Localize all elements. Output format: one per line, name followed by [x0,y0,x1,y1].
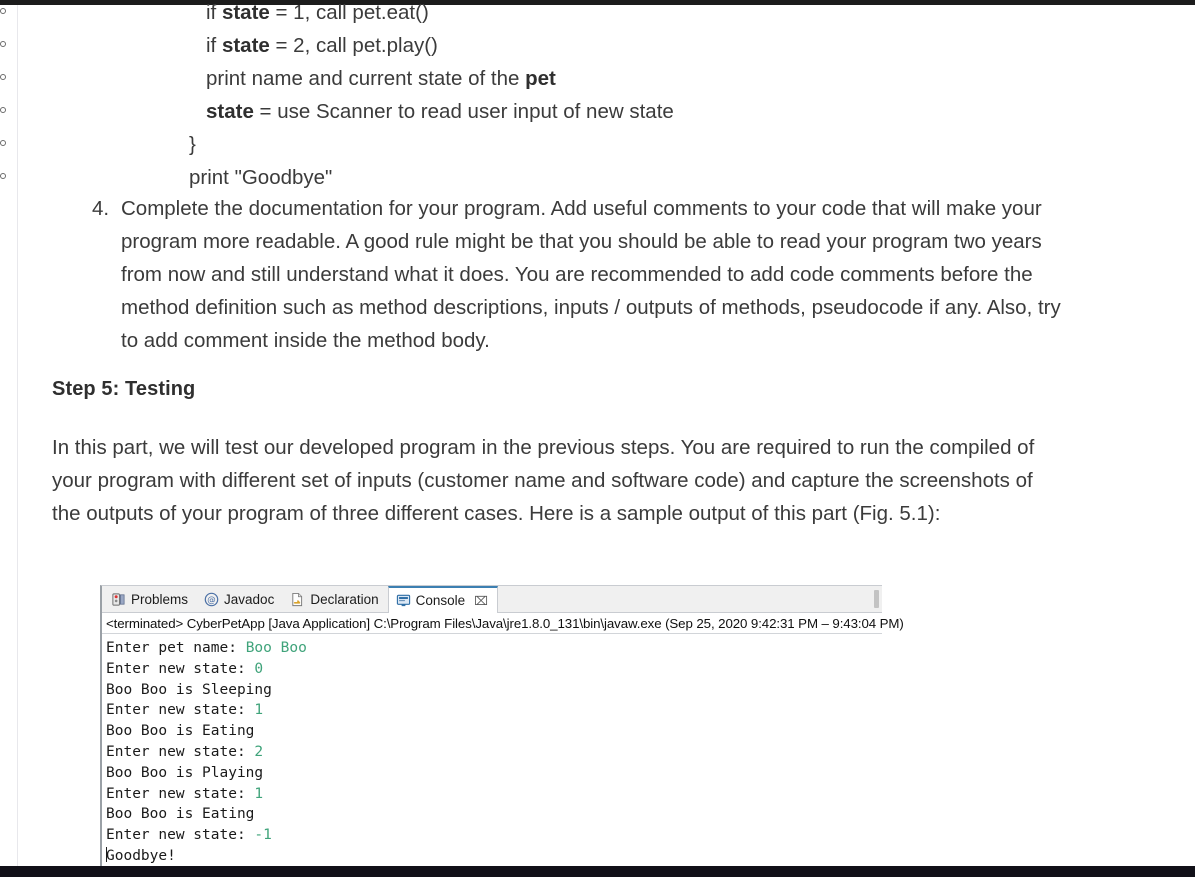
bullet-marker-icon [0,8,6,14]
bullet-text: state = use Scanner to read user input o… [206,100,674,123]
console-output-area[interactable]: Enter pet name: Boo Boo Enter new state: … [102,634,882,865]
bullet-text: print "Goodbye" [189,166,333,189]
svg-text:@: @ [207,594,215,604]
pseudocode-bullet: } [0,128,1100,161]
console-line: Enter new state: 1 [106,700,882,721]
eclipse-tab-declaration[interactable]: Declaration [283,586,387,612]
console-line-input: 0 [254,660,264,677]
console-line: Enter new state: 0 [106,659,882,680]
console-line: Boo Boo is Eating [106,721,882,742]
list-item-text: Complete the documentation for your prog… [121,197,1061,352]
console-line-output: Enter new state: [106,785,255,802]
pseudocode-bullet: if state = 1, call pet.eat() [0,0,1100,29]
bullet-marker-icon [0,41,6,47]
console-line-output: Goodbye! [106,847,176,864]
console-line-input: Boo Boo [245,640,307,656]
console-line: Boo Boo is Eating [106,804,882,825]
javadoc-icon: @ [204,592,219,607]
console-icon [396,593,411,608]
eclipse-tab-javadoc[interactable]: @ Javadoc [197,586,283,612]
bullet-marker-icon [0,74,6,80]
console-line-input: 2 [254,743,264,760]
bullet-marker-icon [0,140,6,146]
console-line: Goodbye! [106,846,882,865]
bullet-marker-icon [0,173,6,179]
eclipse-tab-label: Problems [131,591,189,607]
console-line: Enter new state: 2 [106,742,882,763]
section-heading-step5: Step 5: Testing [52,378,196,400]
console-line-output: Enter new state: [106,660,255,677]
document-page: if state = 1, call pet.eat() if state = 2… [0,0,1195,877]
console-line-output: Boo Boo is Eating [106,723,255,740]
eclipse-console-figure: Problems @ Javadoc Declaration Console ⌧ <ter… [100,585,904,866]
console-line-output: Enter pet name: [106,640,246,656]
pseudocode-bullet: print "Goodbye" [0,161,1100,194]
console-line-output: Boo Boo is Playing [106,764,264,781]
console-line-output: Enter new state: [106,743,255,760]
pseudocode-bullet: if state = 2, call pet.play() [0,29,1100,62]
console-line-output: Boo Boo is Eating [106,806,255,823]
bullet-text: } [189,133,196,156]
console-line: Enter new state: -1 [106,825,882,846]
numbered-list-item-4: 4. Complete the documentation for your p… [92,192,1077,357]
close-icon[interactable]: ⌧ [474,595,488,607]
launch-configuration-line: <terminated> CyberPetApp [Java Applicati… [102,613,904,634]
bullet-text: print name and current state of the pet [206,67,556,90]
eclipse-tab-problems[interactable]: Problems [104,586,197,612]
tabbar-scroll-nub[interactable] [874,590,879,608]
bullet-text: if state = 1, call pet.eat() [206,1,429,24]
declaration-icon [290,592,305,607]
eclipse-view-tabbar: Problems @ Javadoc Declaration Console ⌧ [102,586,882,613]
console-line-output: Enter new state: [106,702,255,719]
section-paragraph: In this part, we will test our developed… [52,436,1035,526]
console-line-output: Boo Boo is Sleeping [106,681,272,698]
pseudocode-bullet: state = use Scanner to read user input o… [0,95,1100,128]
console-line: Enter new state: 1 [106,784,882,805]
console-line-output: Enter new state: [106,827,255,844]
tabbar-filler [498,586,882,612]
problems-icon [111,592,126,607]
bullet-text: if state = 2, call pet.play() [206,34,438,57]
console-line-input: 1 [254,785,264,802]
console-line: Boo Boo is Playing [106,763,882,784]
eclipse-tab-console[interactable]: Console ⌧ [387,586,498,613]
console-line: Boo Boo is Sleeping [106,680,882,701]
pseudocode-bullet-list: if state = 1, call pet.eat() if state = 2… [0,0,1100,194]
console-line-input: -1 [254,827,272,844]
list-item-number: 4. [92,197,110,220]
eclipse-tab-label: Declaration [310,591,379,607]
bullet-marker-icon [0,107,6,113]
eclipse-tab-label: Console [415,593,466,608]
console-line: Enter pet name: Boo Boo [106,638,882,659]
eclipse-tab-label: Javadoc [224,591,275,607]
pseudocode-bullet: print name and current state of the pet [0,62,1100,95]
console-line-input: 1 [254,702,264,719]
